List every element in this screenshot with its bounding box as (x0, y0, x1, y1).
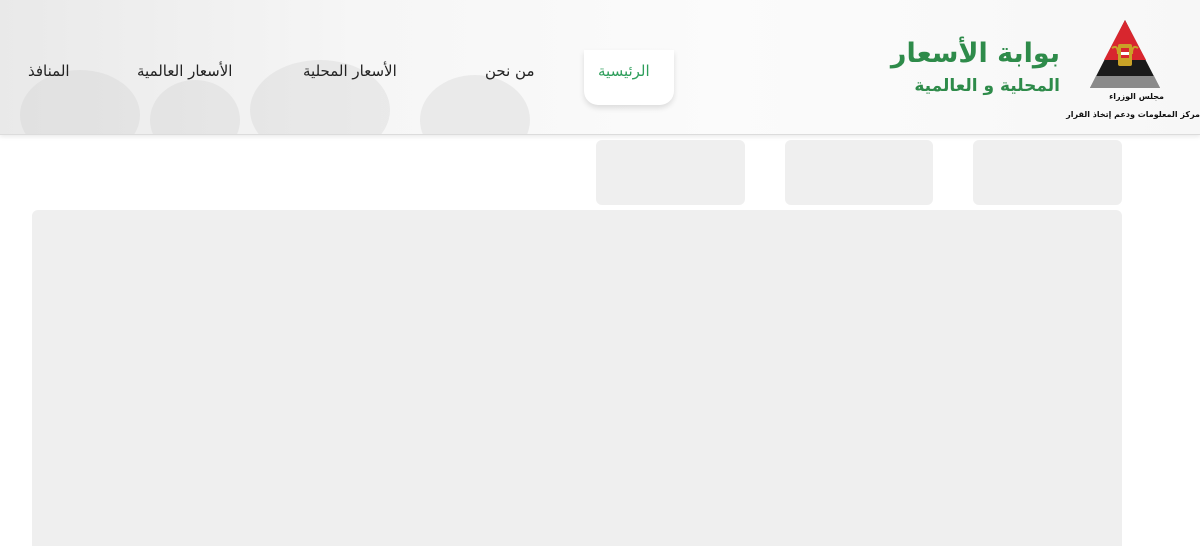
nav-item-outlets[interactable]: المنافذ (28, 62, 70, 80)
summary-card-placeholder (973, 140, 1122, 205)
org-name-idsc: مركز المعلومات ودعم إتخاذ القرار (1066, 110, 1200, 119)
summary-card-placeholder (596, 140, 745, 205)
brand-subtitle: المحلية و العالمية (914, 76, 1060, 96)
nav-item-local-prices[interactable]: الأسعار المحلية (303, 62, 397, 80)
header-background-decoration (150, 80, 240, 134)
nav-item-home[interactable]: الرئيسية (598, 62, 650, 80)
main-content-placeholder (32, 210, 1122, 546)
site-header: الرئيسية من نحن الأسعار المحلية الأسعار … (0, 0, 1200, 135)
nav-item-about[interactable]: من نحن (485, 62, 535, 80)
brand-title[interactable]: بوابة الأسعار (891, 38, 1060, 69)
summary-card-placeholder (785, 140, 933, 205)
logo-icon[interactable] (1088, 18, 1162, 92)
org-name-cabinet: مجلس الوزراء (1109, 92, 1164, 101)
nav-item-global-prices[interactable]: الأسعار العالمية (137, 62, 232, 80)
header-background-decoration (420, 75, 530, 134)
